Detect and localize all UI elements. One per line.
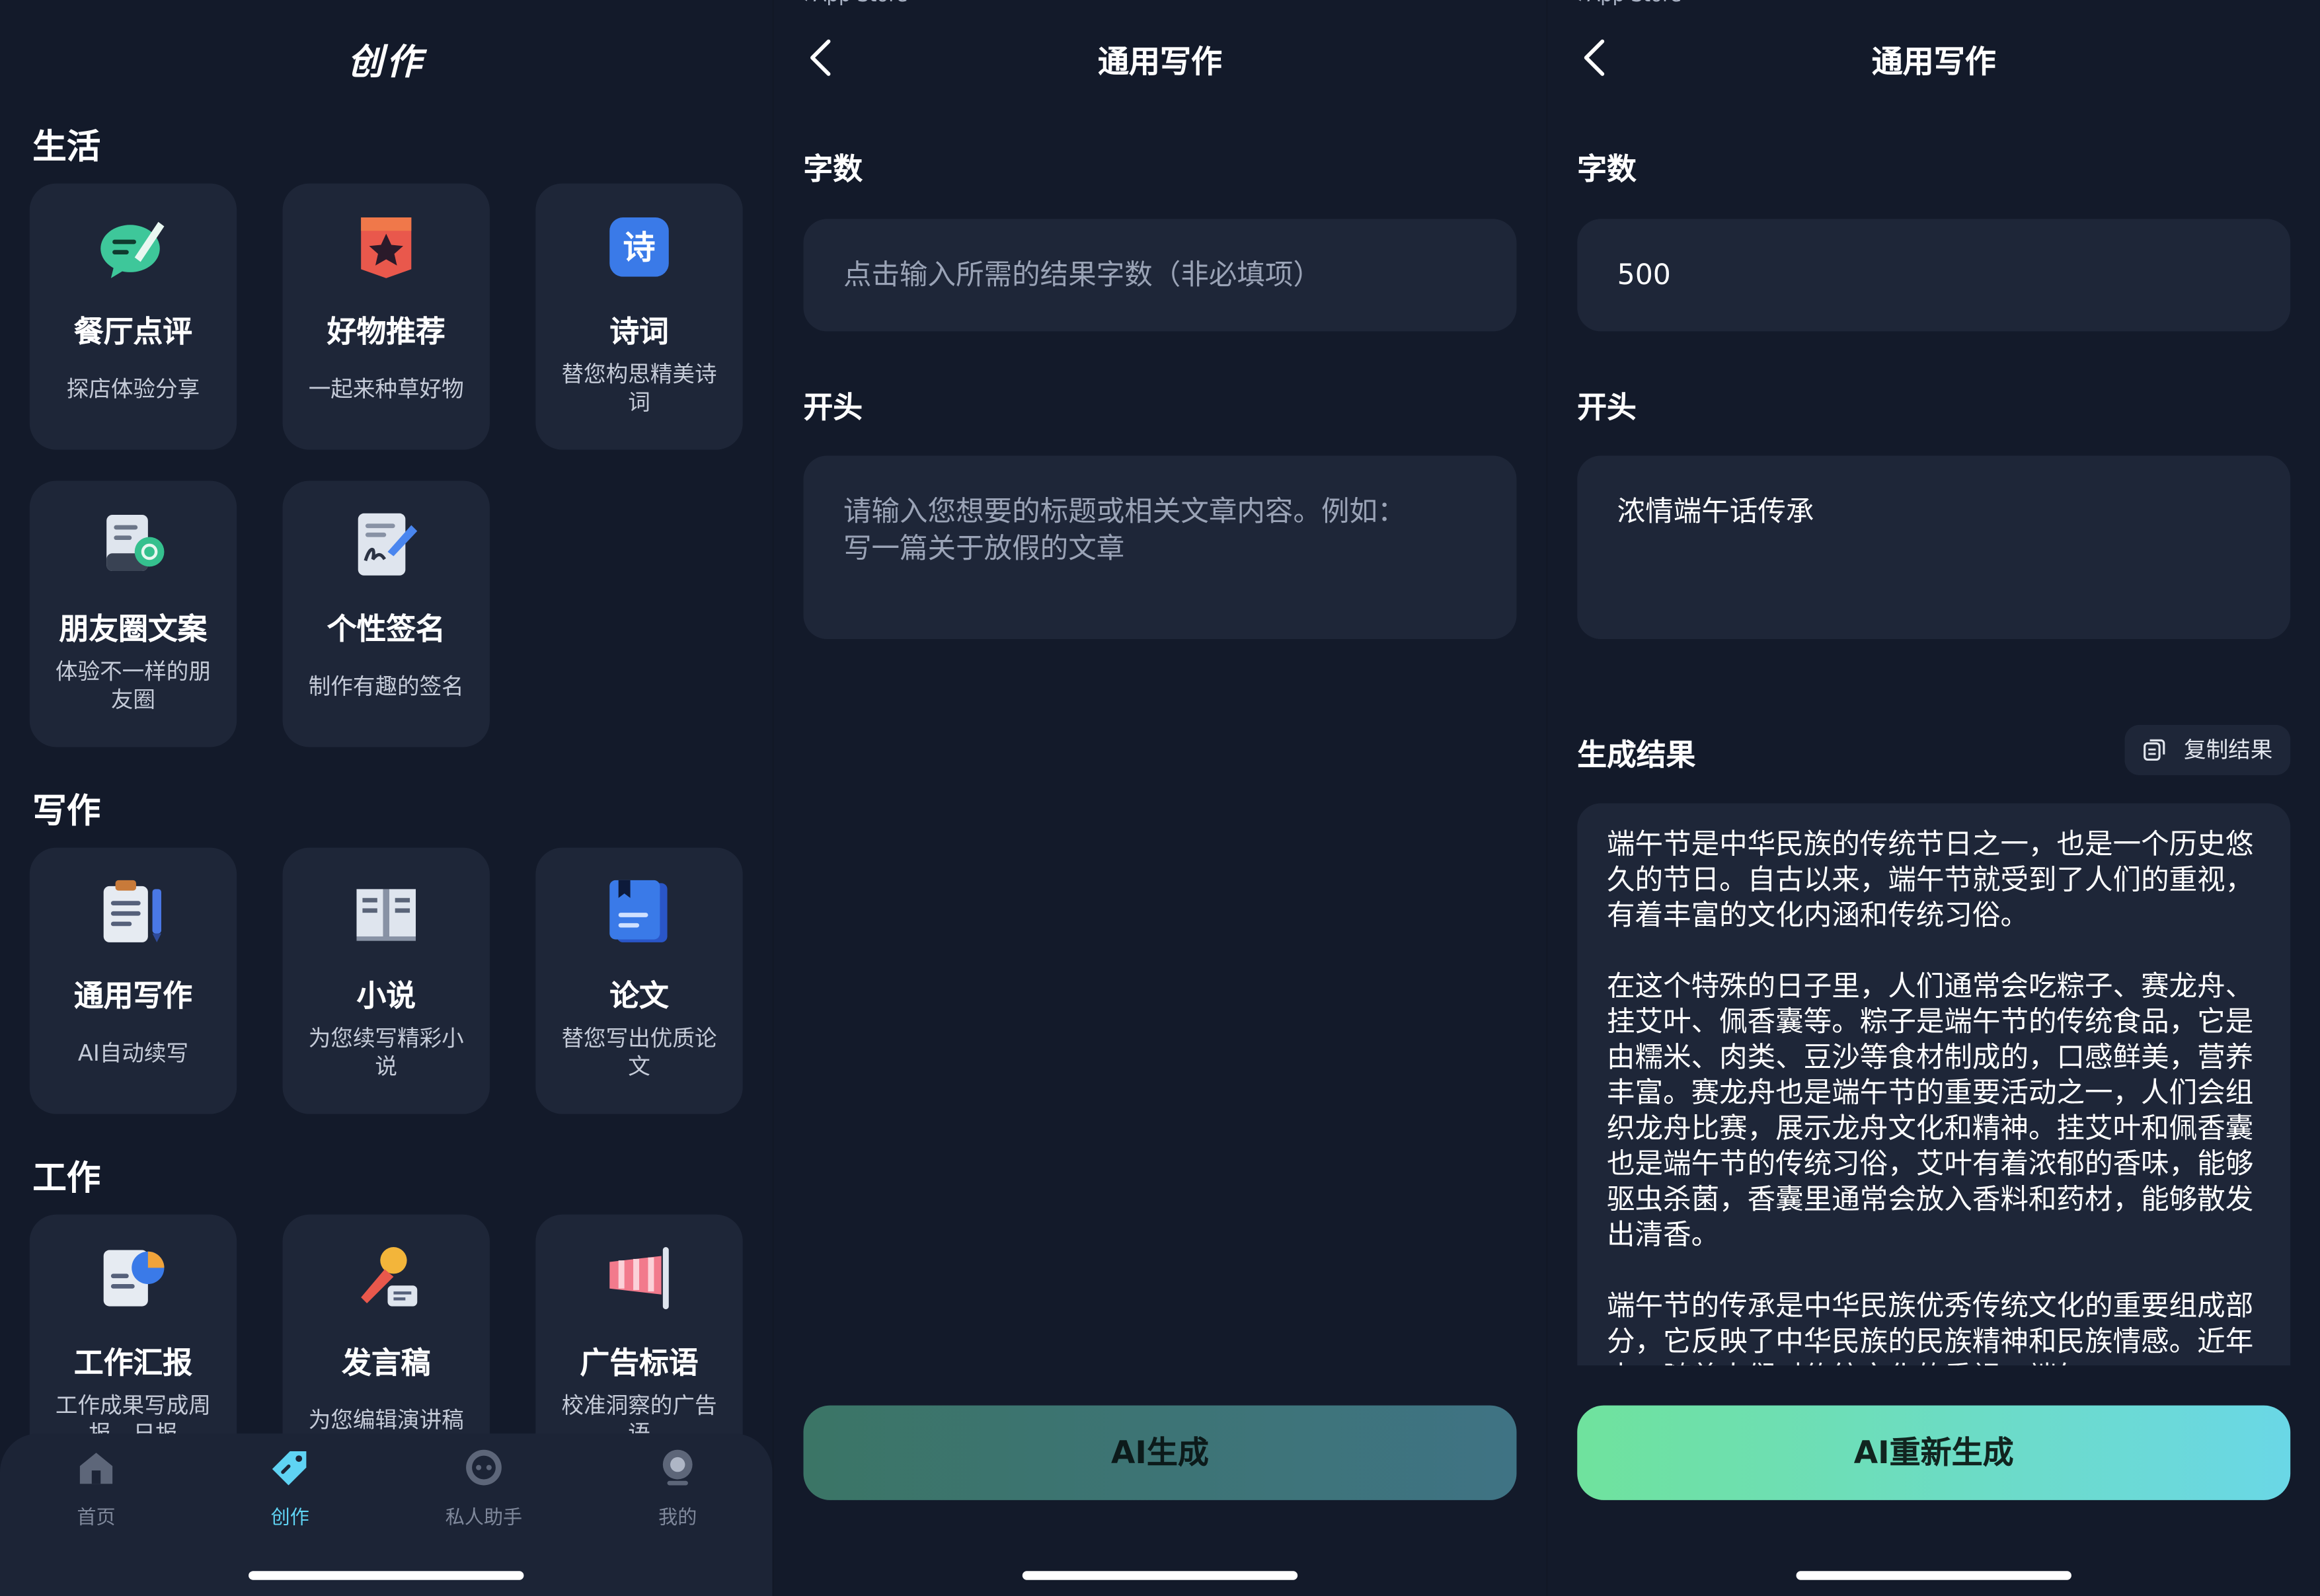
opening-placeholder-line2: 写一篇关于放假的文章 — [843, 532, 1125, 566]
tab-label: 创作 — [270, 1507, 309, 1530]
back-app-label: App Store — [1587, 0, 1682, 7]
opening-input[interactable]: 请输入您想要的标题或相关文章内容。例如： 写一篇关于放假的文章 — [803, 455, 1517, 640]
card-product-recommend[interactable]: 好物推荐 一起来种草好物 — [282, 183, 490, 450]
writing-empty-screen: ◂ App Store 通用写作 字数 点击输入所需的结果字数（非必填项） 开头… — [773, 0, 1547, 1596]
card-signature[interactable]: 个性签名 制作有趣的签名 — [282, 480, 490, 747]
result-label: 生成结果 — [1577, 736, 1696, 773]
card-subtitle: 替您写出优质论文 — [561, 1025, 717, 1081]
card-subtitle: 一起来种草好物 — [308, 375, 464, 402]
back-to-app-store[interactable]: ◂ App Store — [798, 0, 908, 7]
home-indicator — [1796, 1571, 2071, 1580]
card-title: 朋友圈文案 — [59, 611, 208, 647]
create-screen: 创作 生活 餐厅点评 探店体验分享 好物推荐 一起来种草好物 诗 诗词 替您构思… — [0, 0, 773, 1596]
writing-result-screen: ◂ App Store 通用写作 字数 500 开头 浓情端午话传承 生成结果 … — [1547, 0, 2320, 1596]
result-paragraph: 在这个特殊的日子里，人们通常会吃粽子、赛龙舟、挂艾叶、佩香囊等。粽子是端午节的传… — [1607, 970, 2254, 1252]
card-subtitle: 制作有趣的签名 — [308, 673, 464, 700]
tab-home[interactable]: 首页 — [37, 1448, 155, 1530]
card-subtitle: 为您续写精彩小说 — [308, 1025, 464, 1081]
word-count-input[interactable]: 点击输入所需的结果字数（非必填项） — [803, 219, 1517, 332]
screenshot-composite: 创作 生活 餐厅点评 探店体验分享 好物推荐 一起来种草好物 诗 诗词 替您构思… — [0, 0, 2320, 1596]
word-count-label: 字数 — [1577, 151, 1637, 187]
copy-result-label: 复制结果 — [2183, 736, 2273, 764]
card-title: 个性签名 — [327, 611, 445, 647]
clipboard-pen-icon — [103, 880, 161, 942]
thesis-book-icon — [609, 880, 668, 942]
card-title: 小说 — [356, 977, 416, 1014]
opening-input[interactable]: 浓情端午话传承 — [1577, 455, 2291, 640]
moments-doc-icon — [106, 514, 165, 572]
card-restaurant-review[interactable]: 餐厅点评 探店体验分享 — [29, 183, 237, 450]
generated-result-text: 端午节是中华民族的传统节日之一，也是一个历史悠久的节日。自古以来，端午节就受到了… — [1577, 803, 2291, 1366]
card-title: 通用写作 — [73, 977, 193, 1014]
card-title: 发言稿 — [342, 1344, 431, 1381]
card-title: 广告标语 — [580, 1344, 699, 1381]
home-indicator — [249, 1571, 524, 1580]
page-title: 创作 — [348, 41, 425, 83]
signature-icon — [358, 513, 418, 576]
copy-icon — [2144, 739, 2165, 761]
tab-label: 首页 — [77, 1507, 116, 1530]
tab-label: 私人助手 — [445, 1507, 523, 1530]
card-subtitle: 探店体验分享 — [66, 375, 200, 402]
card-general-writing[interactable]: 通用写作 AI自动续写 — [29, 847, 237, 1114]
word-count-placeholder: 点击输入所需的结果字数（非必填项） — [843, 258, 1322, 291]
card-subtitle: 为您编辑演讲稿 — [308, 1406, 464, 1434]
result-paragraph: 端午节的传承是中华民族优秀传统文化的重要组成部分，它反映了中华民族的民族精神和民… — [1607, 1289, 2254, 1365]
poem-icon: 诗 — [609, 217, 669, 277]
card-title: 诗词 — [609, 313, 669, 350]
copy-result-button[interactable]: 复制结果 — [2124, 724, 2291, 775]
word-count-input[interactable]: 500 — [1577, 219, 2291, 332]
page-title: 通用写作 — [1097, 44, 1223, 80]
section-title-writing: 写作 — [32, 792, 101, 832]
back-to-app-store[interactable]: ◂ App Store — [1571, 0, 1682, 7]
word-count-value: 500 — [1617, 258, 1671, 291]
tab-label: 我的 — [658, 1507, 697, 1530]
card-poetry[interactable]: 诗 诗词 替您构思精美诗词 — [535, 183, 743, 450]
ai-generate-button[interactable]: AI生成 — [803, 1405, 1517, 1500]
svg-text:诗: 诗 — [623, 229, 655, 267]
tab-assistant[interactable]: 私人助手 — [424, 1448, 543, 1530]
card-title: 餐厅点评 — [73, 313, 193, 350]
opening-placeholder-line1: 请输入您想要的标题或相关文章内容。例如： — [843, 495, 1406, 529]
card-novel[interactable]: 小说 为您续写精彩小说 — [282, 847, 490, 1114]
bottom-tab-bar: 首页 创作 私人助手 我的 — [0, 1433, 773, 1596]
card-subtitle: AI自动续写 — [77, 1040, 189, 1067]
tab-mine[interactable]: 我的 — [619, 1448, 737, 1530]
back-app-label: App Store — [813, 0, 908, 7]
opening-label: 开头 — [1577, 389, 1637, 425]
card-title: 好物推荐 — [327, 313, 445, 350]
banner-flag-icon — [609, 1247, 669, 1310]
card-subtitle: 替您构思精美诗词 — [561, 361, 717, 416]
tag-icon — [272, 1451, 307, 1486]
card-title: 论文 — [609, 977, 669, 1014]
robot-icon — [466, 1449, 502, 1486]
word-count-label: 字数 — [803, 151, 863, 187]
card-moments-copy[interactable]: 朋友圈文案 体验不一样的朋友圈 — [29, 480, 237, 747]
opening-value: 浓情端午话传承 — [1617, 495, 1814, 529]
profile-icon — [662, 1449, 693, 1486]
home-icon — [79, 1453, 113, 1484]
page-title: 通用写作 — [1871, 44, 1996, 80]
tab-create[interactable]: 创作 — [231, 1448, 349, 1530]
section-title-work: 工作 — [32, 1159, 101, 1199]
microphone-icon — [361, 1247, 418, 1307]
report-chart-icon — [103, 1250, 165, 1307]
ai-regenerate-button[interactable]: AI重新生成 — [1577, 1405, 2291, 1500]
open-book-icon — [356, 889, 416, 941]
result-paragraph: 端午节是中华民族的传统节日之一，也是一个历史悠久的节日。自古以来，端午节就受到了… — [1607, 828, 2254, 932]
star-badge-icon — [361, 217, 412, 278]
section-title-life: 生活 — [32, 128, 101, 167]
opening-label: 开头 — [803, 389, 863, 425]
card-thesis[interactable]: 论文 替您写出优质论文 — [535, 847, 743, 1114]
chat-edit-icon — [100, 221, 165, 278]
home-indicator — [1022, 1571, 1298, 1580]
card-subtitle: 体验不一样的朋友圈 — [55, 658, 211, 713]
card-title: 工作汇报 — [73, 1344, 193, 1381]
